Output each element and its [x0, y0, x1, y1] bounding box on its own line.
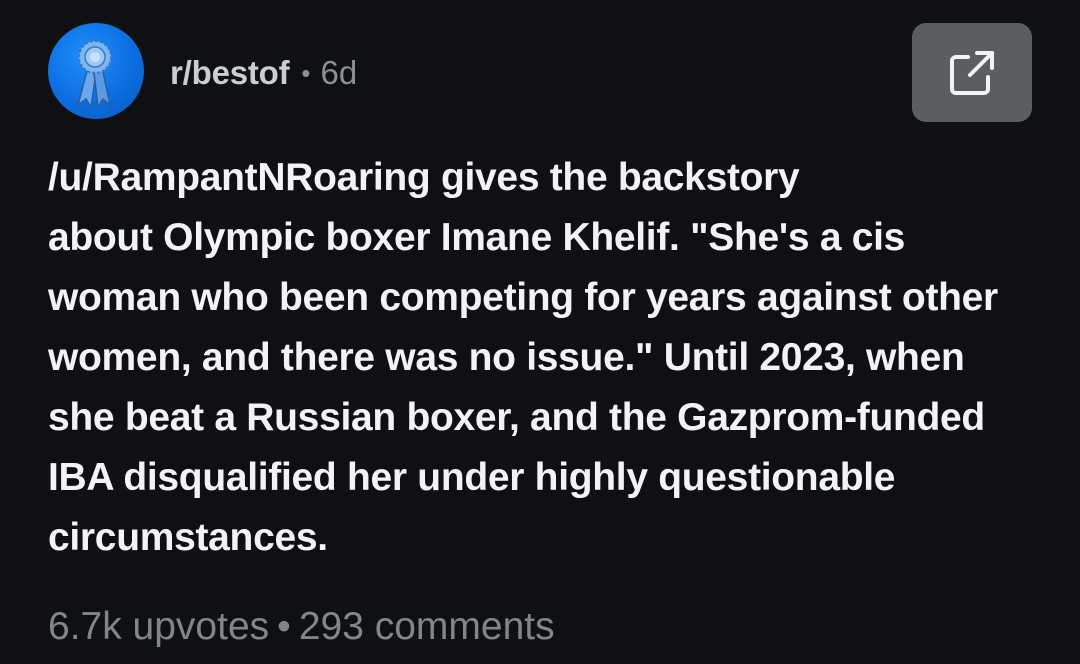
title-line: /u/RampantNRoaring gives the backstory	[48, 156, 800, 199]
external-link-icon	[950, 51, 994, 95]
title-line: she beat a Russian boxer, and the Gazpro…	[48, 396, 985, 439]
post-title[interactable]: /u/RampantNRoaring gives the backstory a…	[48, 148, 1048, 568]
post-stats: 6.7k upvotes • 293 comments	[48, 602, 555, 652]
title-line: women, and there was no issue." Until 20…	[48, 336, 965, 379]
blue-ribbon-award-icon	[76, 40, 112, 110]
title-line: circumstances.	[48, 516, 328, 559]
meta-separator: •	[301, 57, 311, 88]
comment-count[interactable]: 293 comments	[299, 605, 555, 648]
title-line: about Olympic boxer Imane Khelif. "She's…	[48, 216, 906, 259]
title-line: woman who been competing for years again…	[48, 276, 998, 319]
post-age: 6d	[320, 54, 358, 91]
stats-separator: •	[277, 605, 291, 648]
subreddit-name[interactable]: r/bestof	[170, 54, 290, 92]
post-card[interactable]: r/bestof • 6d /u/RampantNRoaring gives t…	[0, 0, 1080, 664]
post-meta: r/bestof • 6d	[170, 50, 357, 96]
subreddit-avatar[interactable]	[48, 23, 144, 119]
open-link-button[interactable]	[912, 23, 1032, 122]
upvote-count: 6.7k upvotes	[48, 605, 270, 648]
title-line: IBA disqualified her under highly questi…	[48, 456, 896, 499]
